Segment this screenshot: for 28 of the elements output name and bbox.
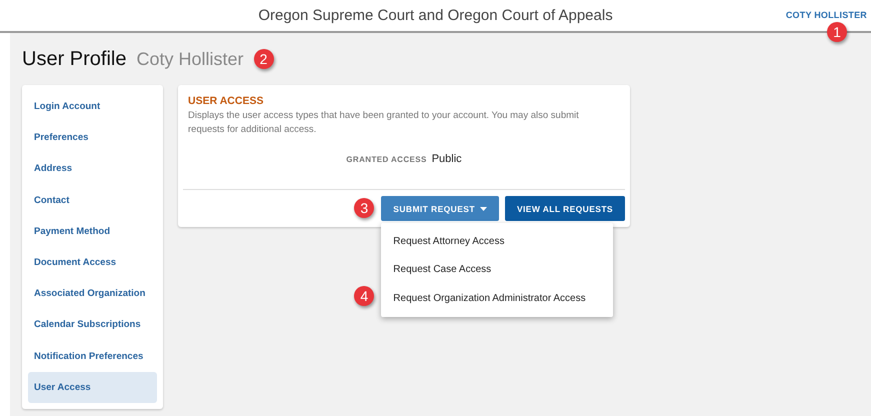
- sidebar-item[interactable]: Calendar Subscriptions: [28, 309, 157, 340]
- granted-access-value: Public: [432, 153, 462, 165]
- sidebar-item[interactable]: Associated Organization: [28, 278, 157, 310]
- menu-item[interactable]: Request Case Access: [381, 256, 614, 284]
- menu-item[interactable]: Request Attorney Access: [381, 227, 614, 256]
- user-link[interactable]: COTY HOLLISTER: [786, 10, 867, 20]
- sidebar-item[interactable]: Contact: [28, 184, 157, 216]
- site-title: Oregon Supreme Court and Oregon Court of Appeals: [258, 7, 613, 24]
- view-all-requests-button[interactable]: VIEW ALL REQUESTS: [504, 196, 625, 221]
- sidebar-item[interactable]: Notification Preferences: [28, 340, 157, 372]
- callout-badge: 1: [827, 22, 847, 42]
- sidebar-item[interactable]: Preferences: [28, 122, 157, 154]
- card-title: USER ACCESS: [187, 95, 264, 107]
- granted-access-label: GRANTED ACCESS: [346, 155, 427, 164]
- callout-badge: 2: [254, 49, 274, 69]
- callout-badge: 4: [354, 286, 374, 306]
- page-subtitle: Coty Hollister: [136, 48, 244, 70]
- sidebar-item[interactable]: User Access: [28, 372, 157, 403]
- caret-icon: [480, 206, 487, 210]
- sidebar-item[interactable]: Document Access: [28, 246, 157, 278]
- sidebar-item[interactable]: Login Account: [28, 91, 157, 122]
- card-description: Displays the user access types that have been granted to your account. You may also submit requests for additional access.: [187, 109, 580, 137]
- sidebar-item[interactable]: Address: [28, 153, 157, 185]
- menu-item[interactable]: Request Organization Administrator Access: [381, 284, 614, 312]
- sidebar-item[interactable]: Payment Method: [28, 216, 157, 247]
- submit-request-button[interactable]: SUBMIT REQUEST: [381, 196, 499, 221]
- page-title: User Profile: [22, 48, 126, 70]
- callout-badge: 3: [354, 198, 374, 218]
